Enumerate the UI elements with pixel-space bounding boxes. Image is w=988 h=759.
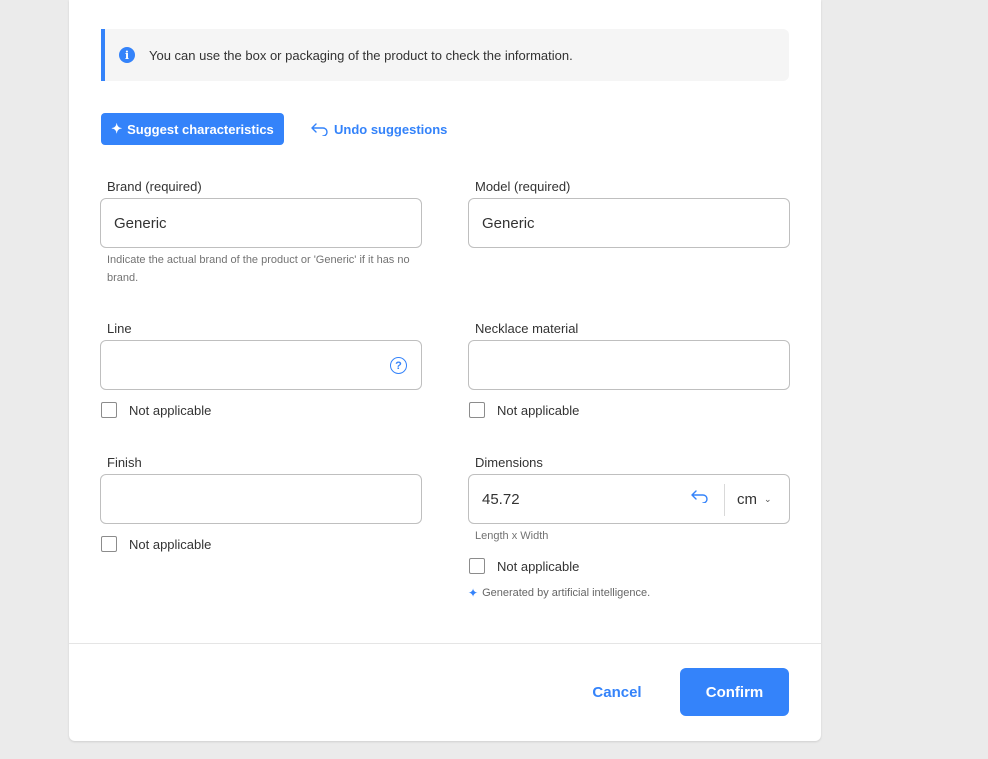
model-value: Generic: [482, 214, 535, 232]
line-label: Line: [107, 321, 132, 336]
finish-not-applicable-row[interactable]: Not applicable: [101, 536, 211, 552]
necklace-material-input[interactable]: [468, 340, 790, 390]
necklace-material-not-applicable-row[interactable]: Not applicable: [469, 402, 579, 418]
info-icon: i: [119, 47, 135, 63]
confirm-button[interactable]: Confirm: [680, 668, 789, 716]
model-input[interactable]: Generic: [468, 198, 790, 248]
necklace-material-not-applicable-checkbox[interactable]: [469, 402, 485, 418]
chevron-down-icon: ⌄: [764, 493, 772, 504]
brand-label: Brand (required): [107, 179, 202, 194]
dimensions-not-applicable-label: Not applicable: [497, 558, 580, 574]
undo-arrow-icon[interactable]: [691, 490, 708, 503]
characteristics-modal: i You can use the box or packaging of th…: [69, 0, 821, 741]
finish-not-applicable-checkbox[interactable]: [101, 536, 117, 552]
cancel-button[interactable]: Cancel: [569, 668, 665, 716]
dimensions-label: Dimensions: [475, 455, 543, 470]
undo-suggestions-link[interactable]: Undo suggestions: [311, 113, 447, 145]
dimensions-value: 45.72: [482, 490, 520, 508]
undo-suggestions-label: Undo suggestions: [334, 121, 448, 137]
necklace-material-label: Necklace material: [475, 321, 579, 336]
dimensions-not-applicable-row[interactable]: Not applicable: [469, 558, 579, 574]
finish-label: Finish: [107, 455, 142, 470]
brand-value: Generic: [114, 214, 167, 232]
line-not-applicable-checkbox[interactable]: [101, 402, 117, 418]
sparkle-icon: ✦: [468, 586, 479, 600]
brand-helper-text: Indicate the actual brand of the product…: [107, 254, 410, 284]
dimensions-input[interactable]: 45.72 cm ⌄: [468, 474, 790, 524]
footer-divider: [69, 643, 821, 644]
model-label: Model (required): [475, 179, 571, 194]
unit-value: cm: [737, 490, 757, 508]
ai-generated-text: Generated by artificial intelligence.: [482, 587, 651, 599]
undo-arrow-icon: [311, 122, 328, 136]
unit-select[interactable]: cm ⌄: [737, 475, 772, 523]
line-not-applicable-label: Not applicable: [129, 402, 212, 418]
ai-generated-note: ✦ Generated by artificial intelligence.: [468, 586, 650, 600]
line-input[interactable]: ?: [100, 340, 422, 390]
dimensions-helper-text: Length x Width: [475, 530, 549, 542]
help-icon[interactable]: ?: [390, 357, 407, 374]
brand-input[interactable]: Generic: [100, 198, 422, 248]
dimensions-not-applicable-checkbox[interactable]: [469, 558, 485, 574]
suggest-characteristics-label: Suggest characteristics: [127, 121, 274, 137]
sparkle-icon: ✦: [111, 121, 123, 136]
suggest-characteristics-button[interactable]: ✦ Suggest characteristics: [101, 113, 284, 145]
finish-not-applicable-label: Not applicable: [129, 536, 212, 552]
necklace-material-not-applicable-label: Not applicable: [497, 402, 580, 418]
line-not-applicable-row[interactable]: Not applicable: [101, 402, 211, 418]
finish-input[interactable]: [100, 474, 422, 524]
info-banner-text: You can use the box or packaging of the …: [149, 47, 573, 63]
unit-separator: [724, 484, 725, 516]
info-banner: i You can use the box or packaging of th…: [101, 29, 789, 81]
